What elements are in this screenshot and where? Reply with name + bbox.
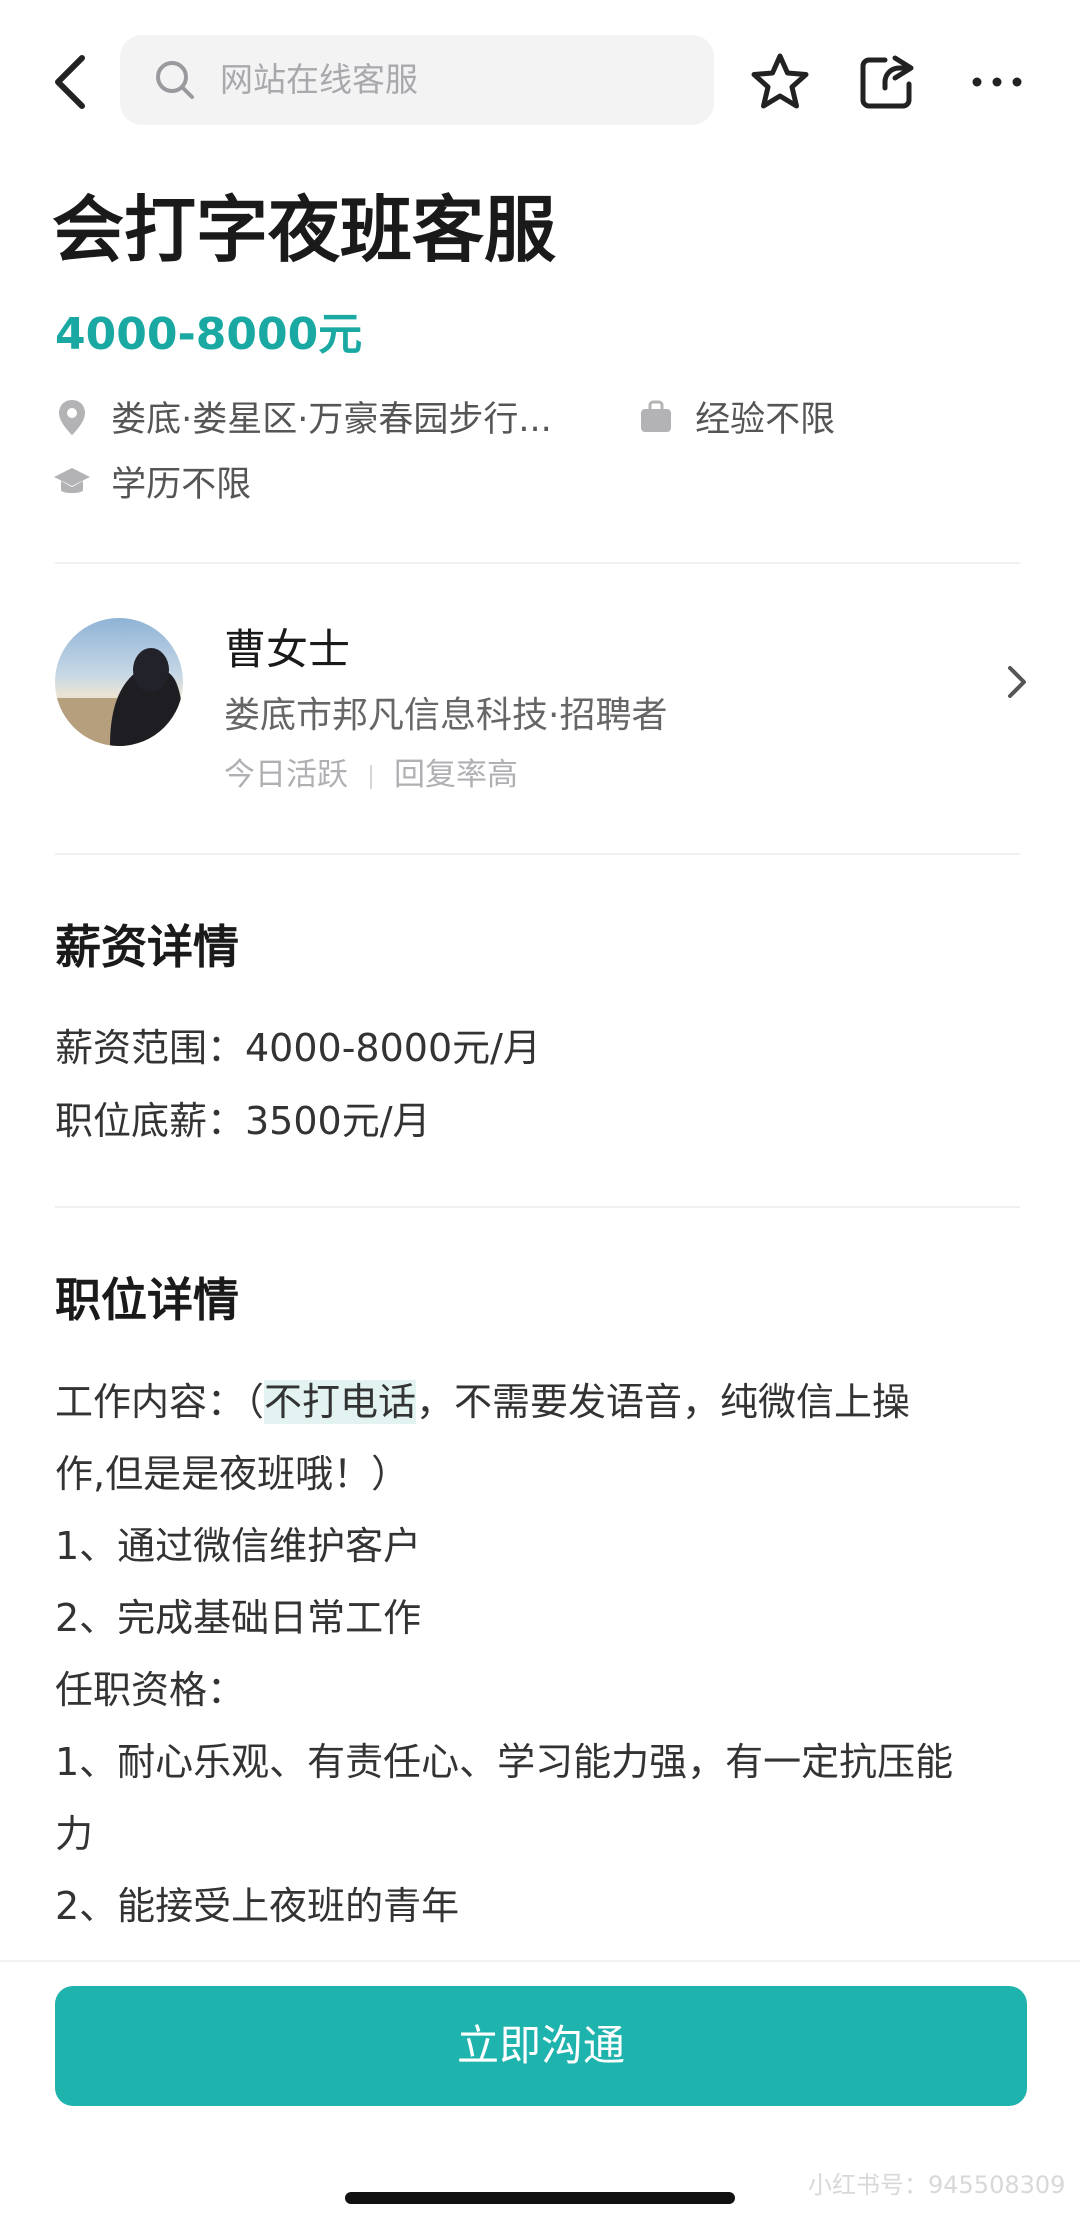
search-bar[interactable]: 网站在线客服 — [120, 35, 714, 125]
job-content-line2: 作,但是是夜班哦！） — [55, 1452, 410, 1496]
job-title: 会打字夜班客服 — [52, 188, 557, 272]
back-button[interactable] — [44, 50, 104, 114]
education-text: 学历不限 — [111, 465, 252, 505]
experience-text: 经验不限 — [695, 400, 836, 440]
divider — [55, 1206, 1020, 1208]
requirement-item: 2、能接受上夜班的青年 — [55, 1884, 460, 1928]
active-status: 今日活跃 — [224, 757, 348, 793]
briefcase-icon — [641, 400, 671, 432]
job-content-prefix: 工作内容：（ — [55, 1380, 265, 1424]
reply-rate: 回复率高 — [394, 757, 518, 793]
job-detail-title: 职位详情 — [55, 1273, 239, 1327]
experience-requirement: 经验不限 — [636, 395, 835, 445]
divider — [55, 853, 1020, 855]
recruiter-detail-button[interactable] — [998, 660, 1038, 704]
recruiter-name: 曹女士 — [224, 625, 351, 674]
base-salary-detail: 职位底薪：3500元/月 — [55, 1099, 431, 1143]
divider — [55, 562, 1020, 564]
requirement-item-cont: 力 — [55, 1812, 94, 1856]
home-indicator[interactable] — [345, 2192, 735, 2204]
salary-range: 4000-8000元 — [55, 309, 363, 360]
more-options-button[interactable] — [965, 55, 1029, 109]
requirement-item: 1、耐心乐观、有责任心、学习能力强，有一定抗压能 — [55, 1740, 954, 1784]
duty-item: 2、完成基础日常工作 — [55, 1596, 422, 1640]
bottom-bar-divider — [0, 1960, 1080, 1962]
location-text: 娄底·娄星区·万豪春园步行... — [111, 400, 552, 440]
more-icon — [972, 77, 1022, 87]
job-location[interactable]: 娄底·娄星区·万豪春园步行... — [52, 395, 652, 445]
star-icon — [751, 53, 809, 109]
chevron-right-icon — [1008, 666, 1026, 698]
avatar-image — [55, 618, 183, 746]
job-content-rest: ，不需要发语音，纯微信上操 — [416, 1380, 911, 1424]
duty-item: 1、通过微信维护客户 — [55, 1524, 422, 1568]
search-icon — [156, 61, 194, 99]
education-requirement: 学历不限 — [52, 460, 251, 510]
status-separator — [370, 764, 372, 789]
graduation-cap-icon — [54, 468, 90, 493]
favorite-button[interactable] — [748, 50, 812, 114]
avatar[interactable] — [55, 618, 183, 746]
requirements-heading: 任职资格： — [55, 1668, 246, 1712]
share-button[interactable] — [855, 50, 919, 114]
chat-now-button[interactable]: 立即沟通 — [55, 1986, 1027, 2106]
recruiter-status: 今日活跃 回复率高 — [224, 752, 518, 798]
job-content-line1: 工作内容：（不打电话，不需要发语音，纯微信上操 — [55, 1374, 910, 1430]
location-pin-icon — [59, 400, 85, 435]
recruiter-company: 娄底市邦凡信息科技·招聘者 — [224, 695, 668, 736]
search-placeholder: 网站在线客服 — [220, 60, 418, 99]
share-icon — [860, 55, 914, 109]
back-arrow-icon — [55, 55, 85, 109]
watermark: 小红书号：945508309 — [808, 2171, 1066, 2199]
salary-detail-title: 薪资详情 — [55, 920, 239, 974]
salary-range-detail: 薪资范围：4000-8000元/月 — [55, 1026, 541, 1070]
job-content-highlight: 不打电话 — [264, 1380, 417, 1424]
